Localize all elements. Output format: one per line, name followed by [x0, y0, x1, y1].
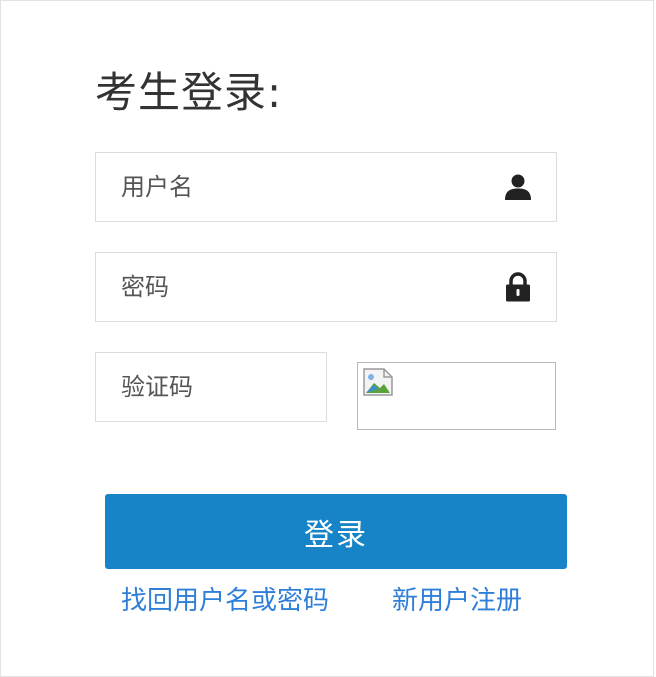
broken-image-icon	[362, 367, 394, 397]
user-icon	[502, 171, 534, 203]
login-button[interactable]: 登录	[105, 494, 567, 569]
login-panel: 考生登录: 用户名 验证码 登录 找回用户名或密码 新用户注册	[0, 0, 654, 677]
username-input[interactable]	[96, 153, 556, 221]
page-title: 考生登录:	[95, 68, 283, 117]
captcha-image[interactable]	[357, 362, 556, 430]
password-field-box	[95, 252, 557, 322]
recover-account-link[interactable]: 找回用户名或密码	[121, 583, 329, 619]
lock-icon	[502, 271, 534, 303]
captcha-input[interactable]	[96, 353, 326, 421]
captcha-field-box	[95, 352, 327, 422]
password-input[interactable]	[96, 253, 556, 321]
username-field-box	[95, 152, 557, 222]
register-link[interactable]: 新用户注册	[392, 583, 522, 619]
